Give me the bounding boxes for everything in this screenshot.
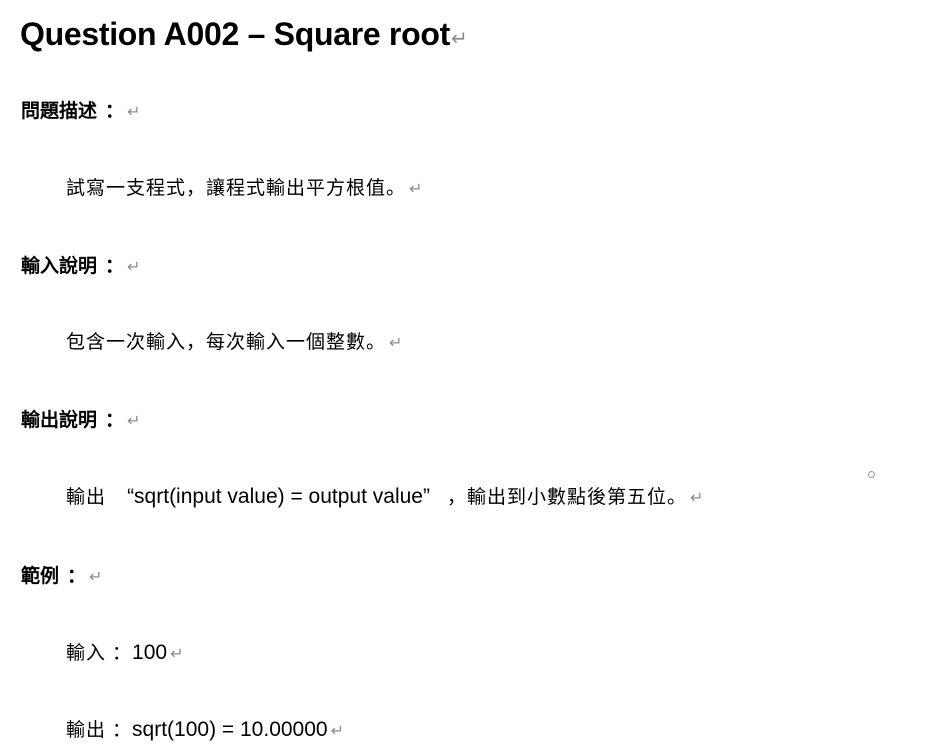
section-heading-output: 輸出說明 ： ↵ bbox=[21, 405, 140, 436]
heading-text: 輸出說明 bbox=[21, 409, 98, 431]
heading-colon: ： bbox=[67, 565, 87, 587]
page-title: Question A002 – Square root↵ bbox=[20, 12, 468, 61]
section-heading-problem: 問題描述 ： ↵ bbox=[21, 96, 140, 127]
return-arrow-icon: ↵ bbox=[690, 488, 704, 507]
return-arrow-icon: ↵ bbox=[409, 179, 423, 198]
body-text: 試寫一支程式，讓程式輸出平方根值。 bbox=[66, 177, 407, 199]
return-arrow-icon: ↵ bbox=[127, 257, 141, 276]
body-text: 包含一次輸入，每次輸入一個整數。 bbox=[66, 331, 387, 353]
return-arrow-icon: ↵ bbox=[389, 333, 403, 352]
heading-text: 輸入說明 bbox=[21, 255, 98, 277]
return-arrow-icon: ↵ bbox=[127, 411, 141, 430]
section-heading-example: 範例 ： ↵ bbox=[21, 561, 102, 592]
example-output-label: 輸出 bbox=[66, 719, 107, 741]
example-input-value: 100 bbox=[132, 641, 168, 664]
return-arrow-icon: ↵ bbox=[450, 28, 468, 50]
section-body-problem: 試寫一支程式，讓程式輸出平方根值。 ↵ bbox=[66, 173, 422, 204]
section-heading-input: 輸入說明 ： ↵ bbox=[21, 251, 140, 282]
heading-colon: ： bbox=[105, 255, 125, 277]
body-text-suffix: ，輸出到小數點後第五位。 bbox=[447, 486, 688, 508]
section-body-output: 輸出 “sqrt(input value) = output value” ，輸… bbox=[66, 482, 703, 513]
heading-colon: ： bbox=[105, 100, 125, 122]
output-format-quote: “sqrt(input value) = output value” bbox=[127, 485, 430, 508]
return-arrow-icon: ↵ bbox=[170, 644, 184, 663]
example-input-line: 輸入 ：100 ↵ bbox=[66, 638, 183, 669]
heading-text: 範例 bbox=[21, 565, 60, 587]
heading-text: 問題描述 bbox=[21, 100, 98, 122]
document-page: Question A002 – Square root↵ 問題描述： ↵ 試寫一支… bbox=[0, 0, 930, 755]
body-text-prefix: 輸出 bbox=[66, 486, 107, 508]
section-body-input: 包含一次輸入，每次輸入一個整數。 ↵ bbox=[66, 327, 402, 358]
example-input-label: 輸入 bbox=[66, 642, 107, 664]
example-input-colon: ： bbox=[112, 642, 133, 664]
example-output-value: sqrt(100) = 10.00000 bbox=[132, 718, 328, 741]
return-arrow-icon: ↵ bbox=[89, 567, 103, 586]
return-arrow-icon: ↵ bbox=[127, 102, 141, 121]
return-arrow-icon: ↵ bbox=[330, 721, 344, 740]
page-title-text: Question A002 – Square root bbox=[20, 16, 450, 52]
small-circle-icon bbox=[868, 471, 875, 478]
example-output-line: 輸出 ：sqrt(100) = 10.00000 ↵ bbox=[66, 715, 344, 746]
heading-colon: ： bbox=[105, 409, 125, 431]
example-output-colon: ： bbox=[112, 719, 133, 741]
